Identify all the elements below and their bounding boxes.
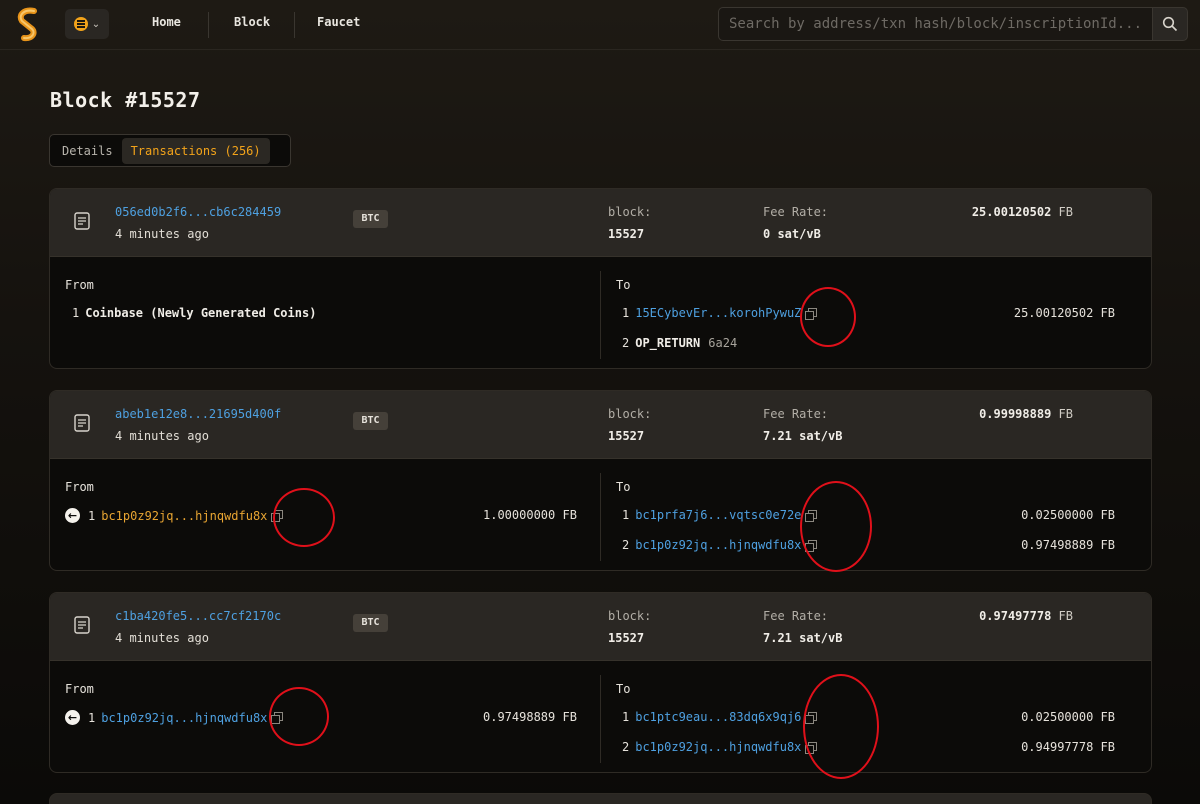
- arrow-left-icon[interactable]: ←: [65, 508, 80, 523]
- fee-rate-value: 0 sat/vB: [763, 227, 821, 241]
- page-title: Block #15527: [50, 88, 201, 112]
- chain-badge: BTC: [353, 412, 388, 430]
- output-amount: 0.02500000 FB: [1021, 710, 1115, 724]
- chevron-down-icon: ⌄: [91, 18, 101, 30]
- fee-rate-value: 7.21 sat/vB: [763, 631, 843, 645]
- transaction-card: abeb1e12e8...21695d400f 4 minutes ago BT…: [49, 390, 1152, 571]
- copy-icon[interactable]: [805, 741, 818, 754]
- fee-rate-value: 7.21 sat/vB: [763, 429, 843, 443]
- copy-icon[interactable]: [271, 712, 284, 724]
- top-nav: ⌄ Home Block Faucet Search by address/tx…: [0, 0, 1200, 50]
- from-label: From: [65, 682, 94, 696]
- transaction-amount: 0.99998889 FB: [979, 407, 1073, 421]
- transaction-time: 4 minutes ago: [115, 631, 209, 645]
- transaction-hash-link[interactable]: 056ed0b2f6...cb6c284459: [115, 205, 281, 219]
- from-label: From: [65, 278, 94, 292]
- block-label: block:: [608, 205, 652, 219]
- input-address-link[interactable]: bc1p0z92jq...hjnqwdfu8x: [101, 509, 267, 523]
- block-label: block:: [608, 609, 652, 623]
- copy-icon[interactable]: [805, 711, 818, 724]
- output-row: 2 OP_RETURN 6a24: [622, 336, 738, 350]
- copy-icon[interactable]: [271, 510, 284, 522]
- block-label: block:: [608, 407, 652, 421]
- input-row: ← 1 bc1p0z92jq...hjnqwdfu8x: [65, 710, 284, 725]
- output-amount: 0.97498889 FB: [1021, 538, 1115, 552]
- output-address-link[interactable]: bc1prfa7j6...vqtsc0e72e: [635, 508, 801, 522]
- coinbase-text: Coinbase (Newly Generated Coins): [85, 306, 317, 320]
- column-divider: [600, 473, 601, 561]
- transaction-header: c1ba420fe5...cc7cf2170c 4 minutes ago BT…: [50, 593, 1151, 661]
- to-label: To: [616, 682, 631, 696]
- transaction-hash-link[interactable]: c1ba420fe5...cc7cf2170c: [115, 609, 281, 623]
- copy-icon[interactable]: [805, 509, 818, 522]
- block-value[interactable]: 15527: [608, 429, 644, 443]
- tab-bar: Details Transactions (256): [49, 134, 291, 167]
- output-address-link[interactable]: bc1p0z92jq...hjnqwdfu8x: [635, 538, 801, 552]
- transaction-card: c1ba420fe5...cc7cf2170c 4 minutes ago BT…: [49, 592, 1152, 773]
- block-value[interactable]: 15527: [608, 631, 644, 645]
- fee-rate-label: Fee Rate:: [763, 407, 829, 421]
- tab-transactions[interactable]: Transactions (256): [121, 137, 270, 164]
- op-return-data: 6a24: [708, 336, 738, 350]
- output-amount: 25.00120502 FB: [1013, 306, 1115, 320]
- output-amount: 0.94997778 FB: [1021, 740, 1115, 754]
- output-row: 2 bc1p0z92jq...hjnqwdfu8x: [622, 538, 818, 552]
- from-label: From: [65, 480, 94, 494]
- transaction-card-partial: [49, 793, 1152, 804]
- output-row: 2 bc1p0z92jq...hjnqwdfu8x: [622, 740, 818, 754]
- network-selector[interactable]: ⌄: [65, 9, 109, 39]
- column-divider: [600, 271, 601, 359]
- to-label: To: [616, 278, 631, 292]
- output-row: 1 15ECybevEr...korohPywuZ: [622, 306, 818, 320]
- output-address-link[interactable]: bc1ptc9eau...83dq6x9qj6: [635, 710, 801, 724]
- fee-rate-label: Fee Rate:: [763, 205, 829, 219]
- op-return-label: OP_RETURN: [635, 336, 701, 350]
- transaction-amount: 25.00120502 FB: [971, 205, 1073, 219]
- output-row: 1 bc1ptc9eau...83dq6x9qj6: [622, 710, 818, 724]
- output-address-link[interactable]: bc1p0z92jq...hjnqwdfu8x: [635, 740, 801, 754]
- fee-rate-label: Fee Rate:: [763, 609, 829, 623]
- search-button[interactable]: [1152, 7, 1188, 41]
- search-icon: [1162, 16, 1178, 32]
- transaction-header: 056ed0b2f6...cb6c284459 4 minutes ago BT…: [50, 189, 1151, 257]
- transaction-time: 4 minutes ago: [115, 429, 209, 443]
- nav-divider: [208, 12, 209, 38]
- to-label: To: [616, 480, 631, 494]
- chain-badge: BTC: [353, 614, 388, 632]
- input-amount: 1.00000000 FB: [483, 508, 577, 522]
- block-value[interactable]: 15527: [608, 227, 644, 241]
- input-address-link[interactable]: bc1p0z92jq...hjnqwdfu8x: [101, 711, 267, 725]
- nav-block[interactable]: Block: [234, 15, 270, 29]
- output-amount: 0.02500000 FB: [1021, 508, 1115, 522]
- document-icon: [74, 616, 90, 634]
- document-icon: [74, 414, 90, 432]
- transaction-amount: 0.97497778 FB: [979, 609, 1073, 623]
- nav-divider: [294, 12, 295, 38]
- transaction-card: 056ed0b2f6...cb6c284459 4 minutes ago BT…: [49, 188, 1152, 369]
- nav-faucet[interactable]: Faucet: [317, 15, 360, 29]
- logo-icon[interactable]: [12, 7, 44, 43]
- column-divider: [600, 675, 601, 763]
- chain-badge: BTC: [353, 210, 388, 228]
- output-row: 1 bc1prfa7j6...vqtsc0e72e: [622, 508, 818, 522]
- copy-icon[interactable]: [805, 307, 818, 320]
- transaction-header: abeb1e12e8...21695d400f 4 minutes ago BT…: [50, 391, 1151, 459]
- transaction-hash-link[interactable]: abeb1e12e8...21695d400f: [115, 407, 281, 421]
- copy-icon[interactable]: [805, 539, 818, 552]
- output-address-link[interactable]: 15ECybevEr...korohPywuZ: [635, 306, 801, 320]
- document-icon: [74, 212, 90, 230]
- input-amount: 0.97498889 FB: [483, 710, 577, 724]
- search-input[interactable]: Search by address/txn hash/block/inscrip…: [718, 7, 1153, 41]
- input-row: 1 Coinbase (Newly Generated Coins): [72, 306, 317, 320]
- tab-details[interactable]: Details: [53, 138, 122, 164]
- nav-home[interactable]: Home: [152, 15, 181, 29]
- network-icon: [73, 17, 88, 31]
- transaction-time: 4 minutes ago: [115, 227, 209, 241]
- input-row: ← 1 bc1p0z92jq...hjnqwdfu8x: [65, 508, 284, 523]
- arrow-left-icon[interactable]: ←: [65, 710, 80, 725]
